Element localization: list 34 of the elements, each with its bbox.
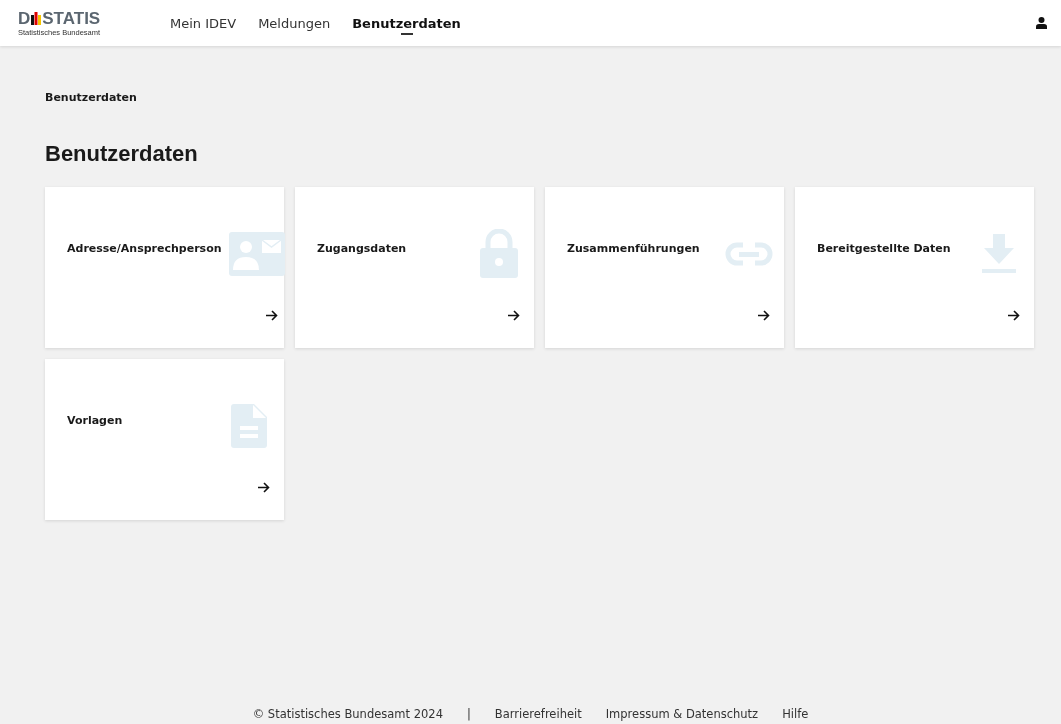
- card-title: Zugangsdaten: [317, 242, 408, 255]
- breadcrumb[interactable]: Benutzerdaten: [45, 91, 137, 104]
- arrow-icon: [758, 310, 770, 321]
- card-title: Vorlagen: [67, 414, 124, 427]
- page-title: Benutzerdaten: [45, 141, 199, 167]
- nav-tab[interactable]: Mein IDEV: [170, 0, 237, 46]
- separator: |: [466, 707, 471, 721]
- navigation-card[interactable]: Zusammenführungen: [545, 187, 784, 348]
- navigation-card[interactable]: Bereitgestellte Daten: [795, 187, 1034, 348]
- user-icon[interactable]: [1036, 17, 1047, 29]
- copyright-text: © Statistisches Bundesamt 2024: [252, 707, 443, 721]
- card-title: Adresse/Ansprechperson: [67, 242, 222, 255]
- logo-text: D: [18, 9, 31, 27]
- footer-link[interactable]: Barrierefreiheit: [494, 707, 582, 721]
- card-title: Zusammenführungen: [567, 242, 701, 255]
- link-icon: [725, 241, 773, 266]
- nav-tab[interactable]: Meldungen: [258, 0, 331, 46]
- logo-text: STATIS: [42, 9, 101, 27]
- arrow-icon: [508, 310, 520, 321]
- arrow-icon: [265, 310, 278, 321]
- footer-link[interactable]: Impressum & Datenschutz: [605, 707, 759, 721]
- lock-icon: [479, 228, 519, 279]
- download-icon: [982, 233, 1016, 274]
- navigation-card[interactable]: Vorlagen: [45, 359, 284, 520]
- nav-tab[interactable]: Benutzerdaten: [352, 0, 461, 46]
- arrow-icon: [1008, 310, 1020, 321]
- navigation-card[interactable]: Adresse/Ansprechperson: [45, 187, 284, 348]
- footer-link[interactable]: Hilfe: [782, 707, 809, 721]
- flag-icon: [30, 11, 43, 25]
- arrow-icon: [258, 482, 270, 493]
- navigation-card[interactable]: Zugangsdaten: [295, 187, 534, 348]
- card-title: Bereitgestellte Daten: [817, 242, 952, 255]
- contact-card-icon: [228, 231, 285, 276]
- document-icon: [231, 403, 267, 448]
